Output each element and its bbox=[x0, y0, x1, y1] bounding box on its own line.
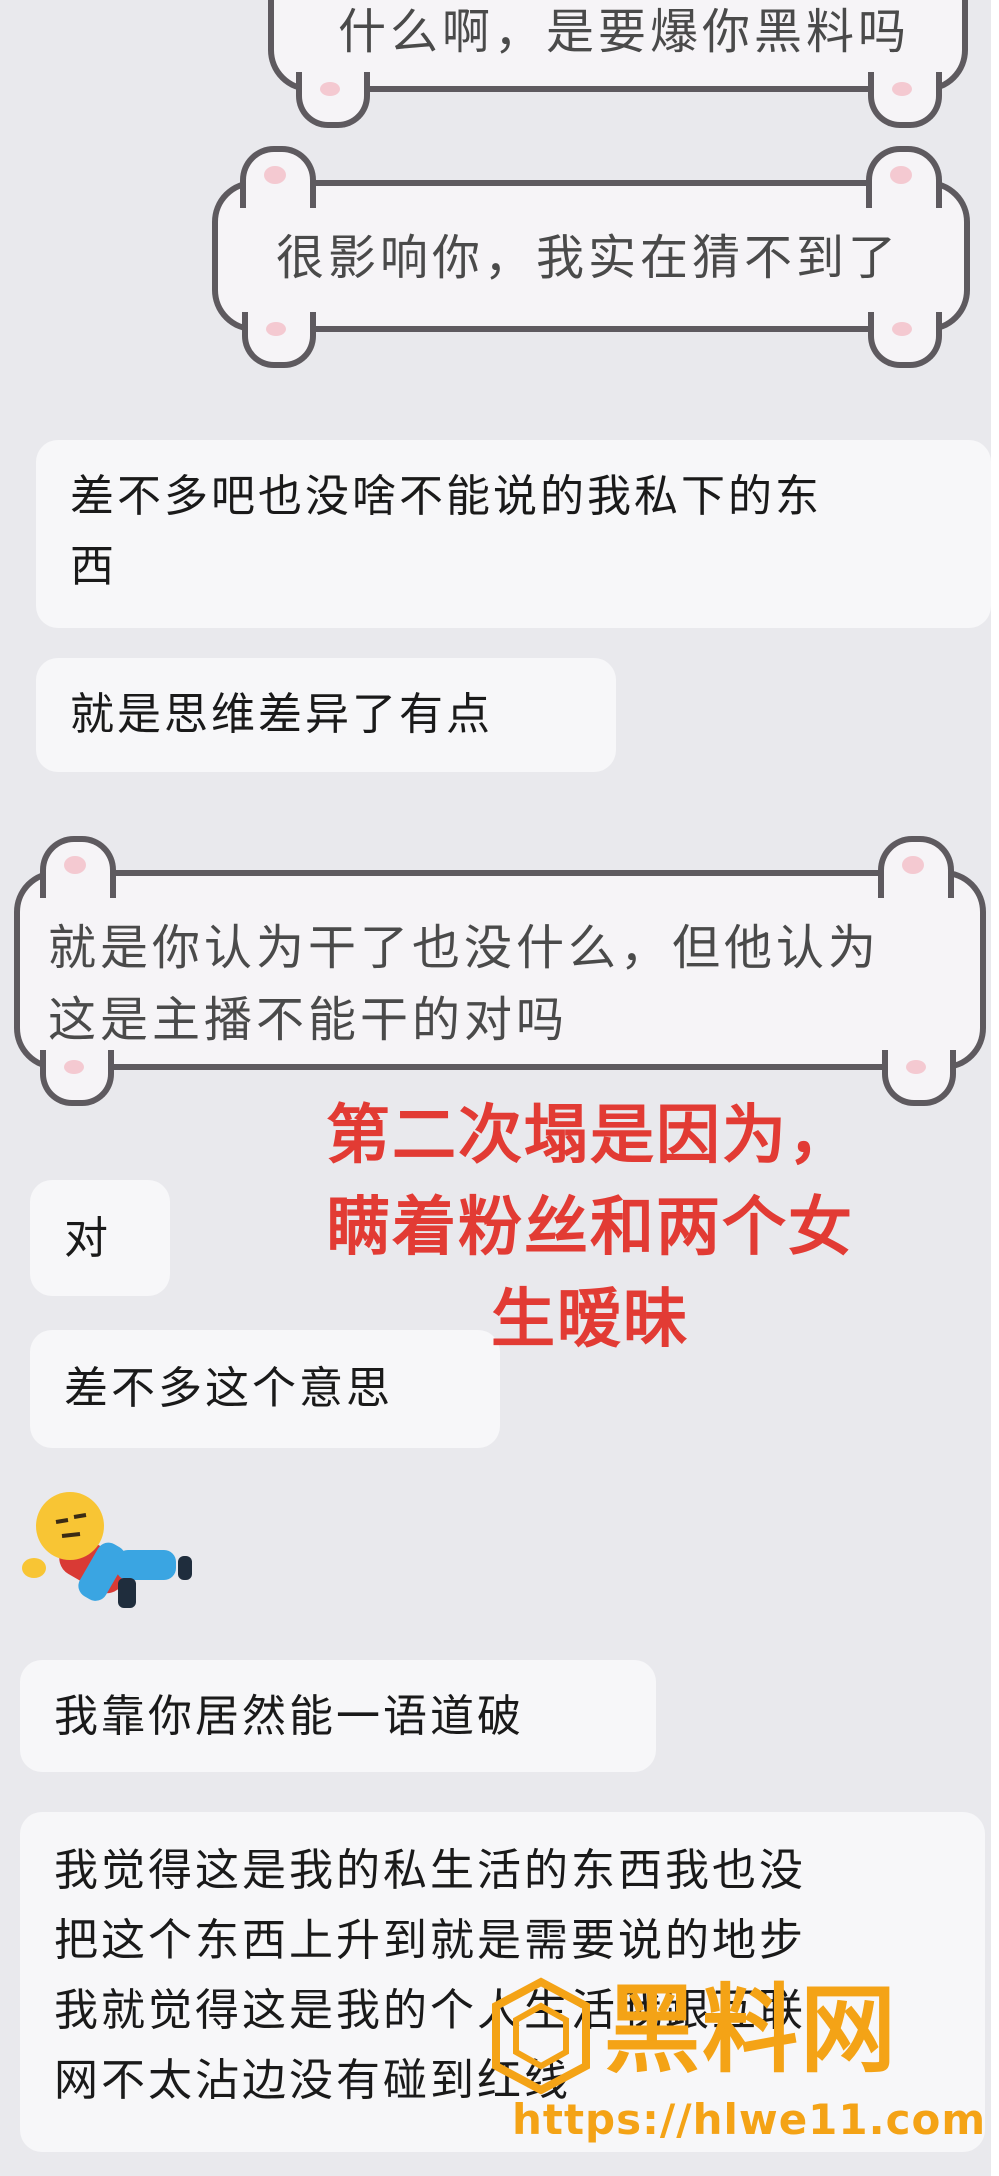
message-text: 我觉得这是我的私生活的东西我也没 bbox=[54, 1845, 806, 1896]
lying-emoji-sticker bbox=[22, 1492, 192, 1608]
message-text: 差不多吧也没啥不能说的我私下的东 bbox=[70, 471, 822, 522]
message-text: 西 bbox=[70, 541, 117, 592]
message-text: 我靠你居然能一语道破 bbox=[54, 1691, 524, 1742]
message-line: 就是你认为干了也没什么，但他认为 bbox=[48, 920, 881, 976]
message-line: 这是主播不能干的对吗 bbox=[48, 992, 569, 1048]
message-bubble: 我靠你居然能一语道破 bbox=[20, 1660, 656, 1772]
message-text: 把这个东西上升到就是需要说的地步 bbox=[54, 1915, 806, 1966]
watermark-title: 黑料网 bbox=[604, 1974, 898, 2086]
message-text: 对 bbox=[64, 1213, 111, 1264]
message-text: 什么啊，是要爆你黑料吗 bbox=[338, 4, 911, 60]
overlay-line: 第二次塌是因为， bbox=[326, 1099, 854, 1173]
overlay-caption: 第二次塌是因为， 瞒着粉丝和两个女 生暧昧 bbox=[270, 1090, 910, 1366]
message-bubble: 就是思维差异了有点 bbox=[36, 658, 616, 772]
overlay-line: 生暧昧 bbox=[491, 1283, 689, 1357]
watermark-url: https://hlwe11.com bbox=[512, 2095, 987, 2144]
message-text: 就是你认为干了也没什么，但他认为 这是主播不能干的对吗 bbox=[48, 912, 880, 1056]
cat-message-bubble: 就是你认为干了也没什么，但他认为 这是主播不能干的对吗 bbox=[14, 836, 986, 1106]
scroll-strip bbox=[991, 0, 999, 2176]
message-text: 很影响你，我实在猜不到了 bbox=[276, 230, 901, 286]
overlay-line: 瞒着粉丝和两个女 bbox=[326, 1191, 854, 1265]
cat-message-bubble: 很影响你，我实在猜不到了 bbox=[212, 146, 970, 368]
message-text: 就是思维差异了有点 bbox=[70, 689, 493, 740]
watermark-logo-icon bbox=[492, 1977, 590, 2095]
message-bubble: 对 bbox=[30, 1180, 170, 1296]
cat-message-bubble: 什么啊，是要爆你黑料吗 bbox=[268, 0, 968, 128]
message-bubble: 差不多吧也没啥不能说的我私下的东 西 bbox=[36, 440, 991, 628]
